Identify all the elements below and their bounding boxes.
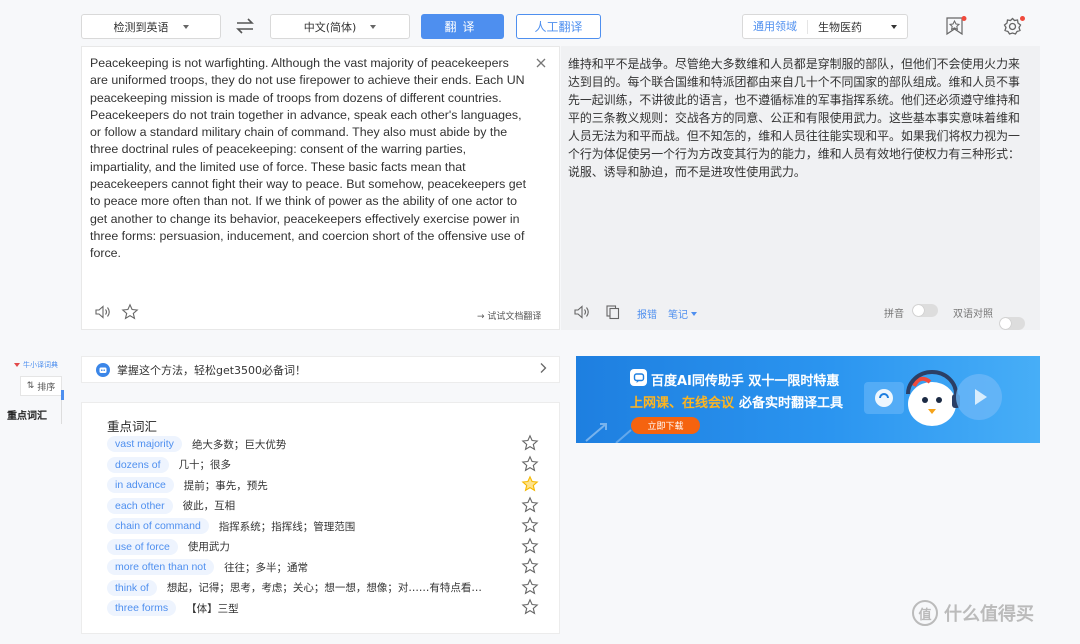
notes-dropdown[interactable]: 笔记 [668,306,697,321]
watermark: 值 什么值得买 [912,600,1034,626]
vocab-row: each other 彼此，互相 [107,495,539,514]
key-vocab-nav[interactable]: 重点词汇 [7,407,47,422]
banner-subtitle: 上网课、在线会议 必备实时翻译工具 [630,392,843,411]
star-icon[interactable] [521,495,539,518]
star-icon[interactable] [521,516,539,538]
source-text-input[interactable]: Peacekeeping is not warfighting. Althoug… [90,55,530,263]
vocab-term[interactable]: dozens of [107,456,169,473]
vocab-meaning: 几十；很多 [178,459,232,471]
chevron-down-icon [14,363,20,367]
copy-icon[interactable] [605,304,621,320]
source-panel: Peacekeeping is not warfighting. Althoug… [81,46,560,330]
pinyin-toggle[interactable] [912,304,938,317]
vocab-meaning: 想起，记得；思考，考虑；关心；想一想，想像；对……有特点看法；… [166,582,487,594]
app-logo-icon [630,369,647,386]
vocab-term[interactable]: more often than not [107,559,215,575]
watermark-logo-icon: 值 [912,600,938,626]
sort-button[interactable]: ⇅ 排序 [20,376,62,396]
star-icon[interactable] [121,303,139,321]
vocab-row: think of 想起，记得；思考，考虑；关心；想一想，想像；对……有特点看法；… [107,577,539,596]
vocab-card: 重点词汇 vast majority 绝大多数；巨大优势 dozens of 几十；很… [81,402,560,634]
vocab-meaning: 【体】三型 [186,602,239,615]
banner-subtitle-highlight: 上网课、在线会议 [630,396,735,411]
pinyin-label: 拼音 [884,309,904,320]
robot-avatar-icon [96,362,110,377]
star-icon[interactable] [521,598,539,620]
vocab-row: three forms 【体】三型 [107,598,539,616]
vocab-meaning: 绝大多数；巨大优势 [191,438,287,451]
speaker-icon[interactable] [573,304,591,320]
tip-text: 掌握这个方法，轻松get3500必备词！ [117,363,307,377]
vocab-row: use of force 使用武力 [107,536,539,555]
star-icon[interactable] [521,557,539,579]
vocab-term[interactable]: three forms [107,600,177,616]
vocab-term[interactable]: chain of command [107,518,209,534]
human-translate-button[interactable]: 人工翻译 [516,14,601,39]
vocab-row: dozens of 几十；很多 [107,454,539,473]
target-language-label: 中文(简体) [303,20,357,34]
play-circle-decoration [956,374,1002,420]
vocab-meaning: 提前；事先，预先 [183,479,268,492]
vocab-term[interactable]: vast majority [107,436,182,452]
translate-button[interactable]: 翻译 [421,14,504,39]
watermark-text: 什么值得买 [944,604,1034,625]
vocab-term[interactable]: each other [107,497,173,514]
chevron-down-icon [691,311,697,316]
mini-dict-tab[interactable]: 牛小译词典 [14,360,58,370]
star-icon[interactable] [521,454,539,477]
promo-banner[interactable]: 百度AI同传助手 双十一限时特惠 上网课、在线会议 必备实时翻译工具 立即下载 [576,356,1040,443]
domain-value: 生物医药 [818,20,862,34]
bilingual-label: 双语对照 [953,309,993,320]
vocab-row: in advance 提前；事先，预先 [107,475,539,493]
star-icon[interactable] [521,577,539,600]
vocab-title: 重点词汇 [107,419,158,434]
target-panel: 维持和平不是战争。尽管绝大多数维和人员都是穿制服的部队，但他们不会使用火力来达到… [561,46,1040,330]
doc-translate-link[interactable]: → 试试文档翻译 [477,309,541,322]
banner-arrows-decoration [576,416,666,443]
chevron-down-icon [370,24,377,29]
star-icon[interactable] [521,536,539,559]
chevron-down-icon [891,24,897,29]
report-error-link[interactable]: 报错 [637,306,657,321]
domain-select[interactable]: 通用领域 生物医药 [742,14,908,39]
banner-title: 百度AI同传助手 双十一限时特惠 [651,374,840,389]
notes-label: 笔记 [668,310,688,321]
mini-dict-label: 牛小译词典 [23,361,58,369]
source-language-label: 检测到英语 [113,20,169,34]
star-icon[interactable] [521,434,539,456]
vocab-term[interactable]: think of [107,579,157,596]
vocab-term[interactable]: in advance [107,477,174,493]
clear-close-icon[interactable] [534,55,548,69]
speaker-icon[interactable] [94,304,112,320]
swap-languages-icon[interactable] [234,15,256,37]
banner-subtitle-rest: 必备实时翻译工具 [739,396,844,411]
bilingual-toggle[interactable] [999,317,1025,330]
chevron-right-icon [539,362,547,377]
target-text: 维持和平不是战争。尽管绝大多数维和人员都是穿制服的部队，但他们不会使用火力来达到… [568,57,1020,179]
vocab-term[interactable]: use of force [107,538,178,555]
vocab-meaning: 使用武力 [187,541,230,553]
target-language-select[interactable]: 中文(简体) [270,14,410,39]
sort-label: 排序 [37,382,56,393]
chevron-down-icon [182,24,189,29]
source-language-select[interactable]: 检测到英语 [81,14,221,39]
favorites-icon[interactable] [944,15,968,37]
vocab-row: vast majority 绝大多数；巨大优势 [107,434,539,452]
vocab-row: more often than not 往往；多半；通常 [107,557,539,575]
vocab-meaning: 指挥系统；指挥线；管理范围 [218,520,356,533]
star-icon[interactable] [521,475,539,497]
vocab-meaning: 往往；多半；通常 [224,561,309,574]
tip-bar[interactable]: 掌握这个方法，轻松get3500必备词！ [81,356,560,383]
vocab-row: chain of command 指挥系统；指挥线；管理范围 [107,516,539,534]
sidebar-divider [61,400,62,424]
sort-icon: ⇅ [26,381,35,391]
scroll-indicator [61,390,64,400]
vocab-meaning: 彼此，互相 [182,500,236,512]
domain-label: 通用领域 [743,19,808,34]
settings-gear-icon[interactable] [1002,15,1026,37]
